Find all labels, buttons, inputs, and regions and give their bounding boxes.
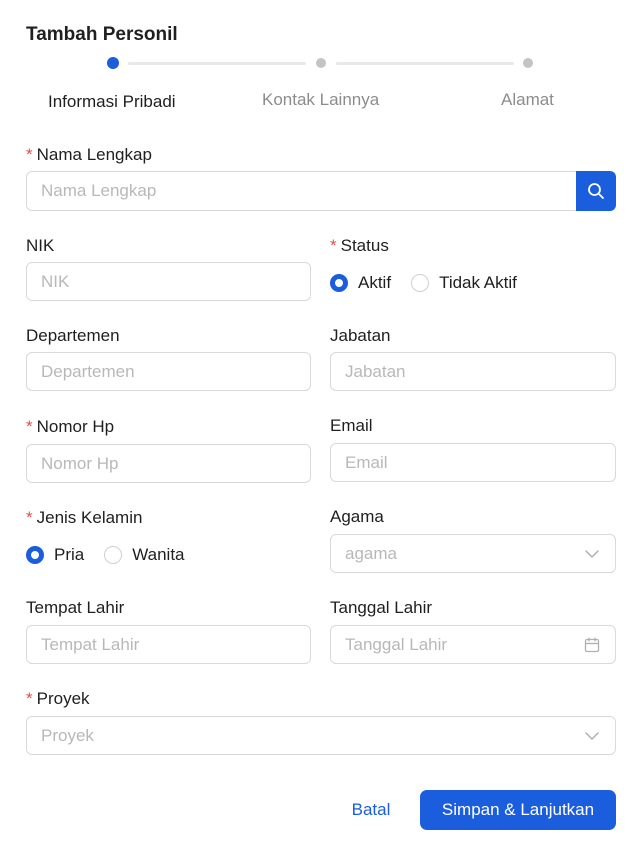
- tempat-lahir-label: Tempat Lahir: [26, 598, 125, 617]
- nomor-hp-input[interactable]: [26, 444, 311, 483]
- agama-label: Agama: [330, 507, 384, 526]
- step-connector-1: [128, 62, 306, 65]
- radio-label-tidak-aktif: Tidak Aktif: [439, 273, 517, 292]
- search-icon: [588, 183, 604, 199]
- nama-lengkap-label: * Nama Lengkap: [26, 145, 152, 165]
- proyek-label-text: Proyek: [36, 689, 90, 708]
- jabatan-label: Jabatan: [330, 326, 391, 345]
- tanggal-lahir-picker[interactable]: Tanggal Lahir: [330, 625, 616, 664]
- dialog-title: Tambah Personil: [26, 24, 178, 45]
- nomor-hp-label: * Nomor Hp: [26, 417, 114, 437]
- tempat-lahir-input[interactable]: [26, 625, 311, 664]
- jabatan-input[interactable]: [330, 352, 616, 391]
- jenis-kelamin-label: * Jenis Kelamin: [26, 508, 142, 528]
- required-marker: *: [26, 417, 33, 436]
- required-marker: *: [26, 508, 33, 527]
- step-label-kontak-lainnya[interactable]: Kontak Lainnya: [262, 90, 379, 110]
- search-button[interactable]: [576, 171, 616, 211]
- nik-label: NIK: [26, 236, 55, 255]
- jenis-kelamin-label-text: Jenis Kelamin: [36, 508, 143, 527]
- proyek-select-placeholder: Proyek: [41, 725, 94, 745]
- email-label: Email: [330, 416, 373, 435]
- cancel-button[interactable]: Batal: [340, 790, 402, 830]
- status-radio-aktif[interactable]: Aktif: [330, 273, 391, 293]
- chevron-down-icon: [583, 727, 601, 745]
- agama-select-placeholder: agama: [345, 543, 397, 563]
- required-marker: *: [26, 145, 33, 164]
- step-1-dot: [107, 57, 119, 69]
- gender-radio-wanita[interactable]: Wanita: [104, 545, 185, 565]
- radio-label-aktif: Aktif: [358, 273, 392, 292]
- radio-checked[interactable]: [330, 274, 348, 292]
- email-input[interactable]: [330, 443, 616, 482]
- radio-unchecked[interactable]: [104, 546, 123, 564]
- save-and-continue-button[interactable]: Simpan & Lanjutkan: [420, 790, 616, 830]
- nama-lengkap-label-text: Nama Lengkap: [36, 145, 152, 164]
- radio-label-pria: Pria: [54, 545, 85, 564]
- jenis-kelamin-radio-group: Pria Wanita: [26, 545, 205, 565]
- step-label-alamat[interactable]: Alamat: [501, 90, 554, 110]
- departemen-input[interactable]: [26, 352, 311, 391]
- radio-checked[interactable]: [26, 546, 44, 564]
- step-label-informasi-pribadi[interactable]: Informasi Pribadi: [48, 92, 176, 112]
- proyek-label: * Proyek: [26, 689, 90, 709]
- radio-unchecked[interactable]: [411, 274, 430, 292]
- nama-lengkap-input[interactable]: [26, 171, 577, 211]
- status-radio-tidak-aktif[interactable]: Tidak Aktif: [411, 273, 517, 293]
- agama-select[interactable]: agama: [330, 534, 616, 573]
- departemen-label: Departemen: [26, 326, 120, 345]
- step-connector-2: [336, 62, 514, 65]
- nik-input[interactable]: [26, 262, 311, 301]
- tanggal-lahir-label: Tanggal Lahir: [330, 598, 433, 617]
- chevron-down-icon: [583, 545, 601, 563]
- status-radio-group: Aktif Tidak Aktif: [330, 273, 537, 293]
- proyek-select[interactable]: Proyek: [26, 716, 616, 755]
- required-marker: *: [330, 236, 337, 255]
- tanggal-lahir-placeholder: Tanggal Lahir: [345, 634, 448, 654]
- status-label-text: Status: [340, 236, 389, 255]
- required-marker: *: [26, 689, 33, 708]
- gender-radio-pria[interactable]: Pria: [26, 545, 84, 565]
- step-2-dot: [316, 58, 326, 68]
- add-personnel-dialog: Tambah Personil Informasi Pribadi Kontak…: [0, 0, 643, 854]
- nomor-hp-label-text: Nomor Hp: [36, 417, 115, 436]
- calendar-icon[interactable]: [583, 636, 601, 654]
- status-label: * Status: [330, 236, 389, 256]
- step-3-dot: [523, 58, 533, 68]
- radio-label-wanita: Wanita: [132, 545, 185, 564]
